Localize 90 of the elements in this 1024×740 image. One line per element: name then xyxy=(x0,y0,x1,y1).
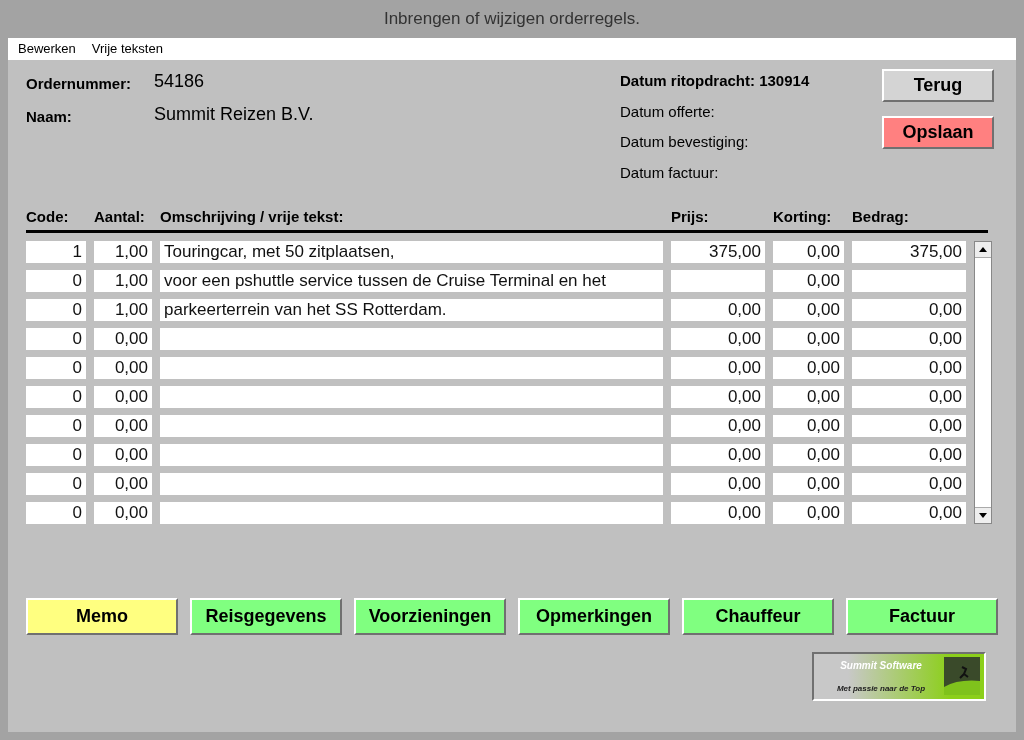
bedrag-field[interactable]: 0,00 xyxy=(852,298,966,321)
korting-field[interactable]: 0,00 xyxy=(773,269,844,292)
logo-title: Summit Software xyxy=(840,658,922,673)
date-label: Datum bevestiging: xyxy=(620,132,750,152)
tab-button[interactable]: Reisgegevens xyxy=(190,597,342,635)
code-field[interactable]: 0 xyxy=(26,327,86,350)
tab-button[interactable]: Voorzieningen xyxy=(354,597,506,635)
korting-field[interactable]: 0,00 xyxy=(773,501,844,524)
prijs-field[interactable]: 0,00 xyxy=(671,327,765,350)
aantal-field[interactable]: 0,00 xyxy=(94,501,152,524)
code-field[interactable]: 0 xyxy=(26,385,86,408)
omschrijving-field[interactable]: Touringcar, met 50 zitplaatsen, xyxy=(160,240,663,263)
naam-value: Summit Reizen B.V. xyxy=(154,103,314,126)
code-field[interactable]: 0 xyxy=(26,414,86,437)
omschrijving-field[interactable] xyxy=(160,414,663,437)
aantal-field[interactable]: 0,00 xyxy=(94,385,152,408)
bedrag-field[interactable]: 375,00 xyxy=(852,240,966,263)
bedrag-field[interactable]: 0,00 xyxy=(852,327,966,350)
code-field[interactable]: 0 xyxy=(26,443,86,466)
naam-label: Naam: xyxy=(26,106,73,127)
date-label: Datum factuur: xyxy=(620,162,720,183)
aantal-field[interactable]: 1,00 xyxy=(94,298,152,321)
korting-field[interactable]: 0,00 xyxy=(773,356,844,379)
aantal-field[interactable]: 0,00 xyxy=(94,356,152,379)
prijs-field[interactable]: 0,00 xyxy=(671,472,765,495)
date-label: Datum ritopdracht: 130914 xyxy=(620,71,811,91)
column-header: Code: xyxy=(26,207,70,227)
omschrijving-field[interactable]: parkeerterrein van het SS Rotterdam. xyxy=(160,298,663,321)
korting-field[interactable]: 0,00 xyxy=(773,443,844,466)
omschrijving-field[interactable]: voor een pshuttle service tussen de Cruise Terminal en het xyxy=(160,269,663,292)
tab-button[interactable]: Factuur xyxy=(846,597,998,635)
scrollbar[interactable] xyxy=(974,240,992,524)
korting-field[interactable]: 0,00 xyxy=(773,298,844,321)
korting-field[interactable]: 0,00 xyxy=(773,472,844,495)
omschrijving-field[interactable] xyxy=(160,443,663,466)
omschrijving-field[interactable] xyxy=(160,501,663,524)
code-field[interactable]: 0 xyxy=(26,298,86,321)
code-field[interactable]: 1 xyxy=(26,240,86,263)
bedrag-field[interactable]: 0,00 xyxy=(852,414,966,437)
date-label: Datum offerte: xyxy=(620,101,716,122)
prijs-field[interactable] xyxy=(671,269,765,292)
action-button[interactable]: Opslaan xyxy=(882,116,994,149)
prijs-field[interactable]: 375,00 xyxy=(671,240,765,263)
bedrag-field[interactable]: 0,00 xyxy=(852,472,966,495)
omschrijving-field[interactable] xyxy=(160,327,663,350)
prijs-field[interactable]: 0,00 xyxy=(671,298,765,321)
omschrijving-field[interactable] xyxy=(160,385,663,408)
window-title: Inbrengen of wijzigen orderregels. xyxy=(382,8,642,31)
prijs-field[interactable]: 0,00 xyxy=(671,414,765,437)
korting-field[interactable]: 0,00 xyxy=(773,414,844,437)
column-header: Korting: xyxy=(773,207,833,227)
tab-button[interactable]: Chauffeur xyxy=(682,597,834,635)
omschrijving-field[interactable] xyxy=(160,356,663,379)
action-button[interactable]: Terug xyxy=(882,69,994,102)
prijs-field[interactable]: 0,00 xyxy=(671,443,765,466)
code-field[interactable]: 0 xyxy=(26,356,86,379)
prijs-field[interactable]: 0,00 xyxy=(671,385,765,408)
korting-field[interactable]: 0,00 xyxy=(773,240,844,263)
aantal-field[interactable]: 1,00 xyxy=(94,240,152,263)
code-field[interactable]: 0 xyxy=(26,269,86,292)
korting-field[interactable]: 0,00 xyxy=(773,385,844,408)
menu-item[interactable]: Vrije teksten xyxy=(91,39,163,59)
ordernummer-value: 54186 xyxy=(154,70,205,93)
bedrag-field[interactable]: 0,00 xyxy=(852,385,966,408)
aantal-field[interactable]: 1,00 xyxy=(94,269,152,292)
aantal-field[interactable]: 0,00 xyxy=(94,472,152,495)
bedrag-field[interactable]: 0,00 xyxy=(852,501,966,524)
aantal-field[interactable]: 0,00 xyxy=(94,443,152,466)
up-arrow-icon[interactable] xyxy=(979,246,987,252)
tab-button[interactable]: Opmerkingen xyxy=(518,597,670,635)
tab-button[interactable]: Memo xyxy=(26,597,178,635)
bedrag-field[interactable]: 0,00 xyxy=(852,356,966,379)
bedrag-field[interactable]: 0,00 xyxy=(852,443,966,466)
ordernummer-label: Ordernummer: xyxy=(26,73,133,94)
column-header: Bedrag: xyxy=(852,207,910,227)
omschrijving-field[interactable] xyxy=(160,472,663,495)
logo-slogan: Met passie naar de Top xyxy=(836,682,926,695)
korting-field[interactable]: 0,00 xyxy=(773,327,844,350)
column-header: Omschrijving / vrije tekst: xyxy=(160,207,345,227)
aantal-field[interactable]: 0,00 xyxy=(94,327,152,350)
prijs-field[interactable]: 0,00 xyxy=(671,356,765,379)
column-header: Prijs: xyxy=(671,207,710,227)
prijs-field[interactable]: 0,00 xyxy=(671,501,765,524)
column-header: Aantal: xyxy=(94,207,146,227)
code-field[interactable]: 0 xyxy=(26,472,86,495)
code-field[interactable]: 0 xyxy=(26,501,86,524)
down-arrow-icon[interactable] xyxy=(979,512,987,518)
bedrag-field[interactable] xyxy=(852,269,966,292)
menu-item[interactable]: Bewerken xyxy=(18,39,76,59)
aantal-field[interactable]: 0,00 xyxy=(94,414,152,437)
